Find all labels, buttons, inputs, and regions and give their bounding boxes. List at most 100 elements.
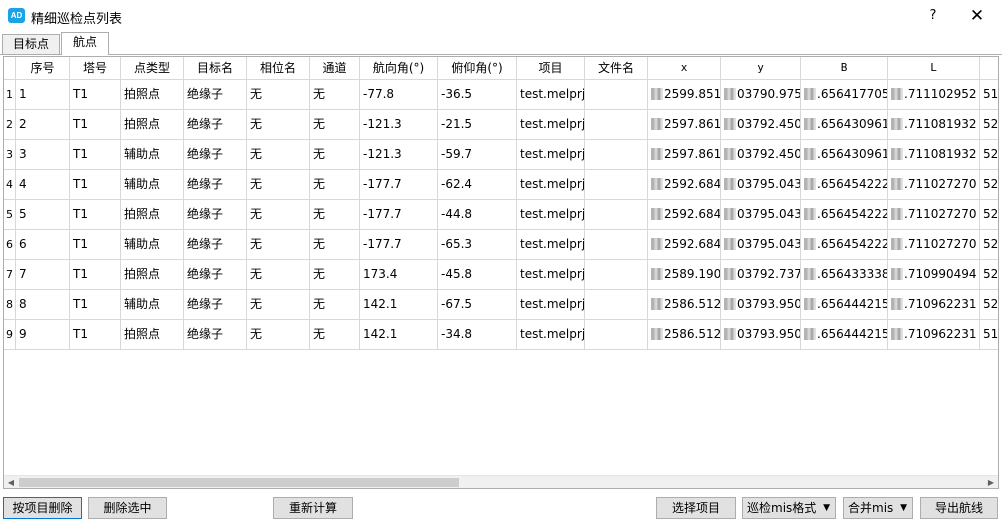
table-cell[interactable]: T1 xyxy=(70,290,121,320)
table-cell[interactable]: 无 xyxy=(310,170,360,200)
column-header[interactable]: 序号 xyxy=(16,57,70,80)
table-cell[interactable]: .656430961 xyxy=(801,140,888,170)
scroll-thumb[interactable] xyxy=(19,478,459,487)
table-cell[interactable]: -177.7 xyxy=(360,200,438,230)
delete-selected-button[interactable]: 删除选中 xyxy=(88,497,167,519)
table-cell[interactable]: -36.5 xyxy=(438,80,517,110)
table-cell[interactable]: 8 xyxy=(16,290,70,320)
row-header[interactable]: 5 xyxy=(4,200,16,230)
table-cell[interactable]: 173.4 xyxy=(360,260,438,290)
table-cell[interactable] xyxy=(585,320,648,350)
table-cell[interactable]: test.melprj xyxy=(517,290,585,320)
help-button[interactable]: ? xyxy=(925,6,941,26)
table-cell[interactable]: 1 xyxy=(16,80,70,110)
column-header[interactable]: 相位名 xyxy=(247,57,310,80)
table-cell[interactable] xyxy=(585,260,648,290)
tab-waypoints[interactable]: 航点 xyxy=(61,32,109,55)
table-cell[interactable]: 绝缘子 xyxy=(184,110,247,140)
table-cell[interactable]: 51 xyxy=(980,80,998,110)
table-cell[interactable]: 03792.737 xyxy=(721,260,801,290)
table-cell[interactable]: 2586.512 xyxy=(648,290,721,320)
table-cell[interactable]: .656433338 xyxy=(801,260,888,290)
table-cell[interactable]: 无 xyxy=(310,260,360,290)
table-cell[interactable]: 52 xyxy=(980,110,998,140)
column-header[interactable]: 航向角(°) xyxy=(360,57,438,80)
table-cell[interactable]: 03792.450 xyxy=(721,110,801,140)
table-cell[interactable]: 无 xyxy=(310,80,360,110)
table-cell[interactable]: 03795.043 xyxy=(721,200,801,230)
table-cell[interactable]: .710962231 xyxy=(888,320,980,350)
table-cell[interactable]: 拍照点 xyxy=(121,80,184,110)
table-cell[interactable]: test.melprj xyxy=(517,200,585,230)
table-cell[interactable]: 拍照点 xyxy=(121,320,184,350)
table-cell[interactable]: -59.7 xyxy=(438,140,517,170)
table-cell[interactable]: test.melprj xyxy=(517,320,585,350)
table-cell[interactable]: 辅助点 xyxy=(121,230,184,260)
table-cell[interactable]: 03792.450 xyxy=(721,140,801,170)
table-cell[interactable]: 2599.851 xyxy=(648,80,721,110)
table-cell[interactable]: 绝缘子 xyxy=(184,140,247,170)
table-cell[interactable]: 无 xyxy=(310,230,360,260)
column-header[interactable]: x xyxy=(648,57,721,80)
table-cell[interactable]: test.melprj xyxy=(517,140,585,170)
table-cell[interactable]: -34.8 xyxy=(438,320,517,350)
table-cell[interactable]: .656454222 xyxy=(801,170,888,200)
table-cell[interactable]: 拍照点 xyxy=(121,200,184,230)
delete-by-project-button[interactable]: 按项目删除 xyxy=(3,497,82,519)
select-project-button[interactable]: 选择项目 xyxy=(656,497,736,519)
export-route-button[interactable]: 导出航线 xyxy=(920,497,998,519)
table-cell[interactable] xyxy=(585,290,648,320)
table-cell[interactable]: 绝缘子 xyxy=(184,230,247,260)
table-cell[interactable]: T1 xyxy=(70,80,121,110)
table-cell[interactable]: 52 xyxy=(980,230,998,260)
column-header[interactable]: 塔号 xyxy=(70,57,121,80)
table-cell[interactable]: 7 xyxy=(16,260,70,290)
mis-format-select[interactable]: 巡检mis格式 ▼ xyxy=(742,497,836,519)
table-cell[interactable]: -177.7 xyxy=(360,230,438,260)
table-cell[interactable]: 2592.684 xyxy=(648,170,721,200)
table-cell[interactable]: 无 xyxy=(310,290,360,320)
table-cell[interactable]: .711102952 xyxy=(888,80,980,110)
table-cell[interactable]: 52 xyxy=(980,140,998,170)
table-cell[interactable]: 2597.861 xyxy=(648,110,721,140)
table-cell[interactable]: 无 xyxy=(310,140,360,170)
tab-target-points[interactable]: 目标点 xyxy=(2,34,60,55)
row-header[interactable]: 6 xyxy=(4,230,16,260)
table-cell[interactable]: 2597.861 xyxy=(648,140,721,170)
table-cell[interactable]: 无 xyxy=(247,140,310,170)
table-cell[interactable]: 绝缘子 xyxy=(184,80,247,110)
table-cell[interactable]: T1 xyxy=(70,140,121,170)
table-cell[interactable]: -177.7 xyxy=(360,170,438,200)
table-cell[interactable]: 辅助点 xyxy=(121,140,184,170)
table-cell[interactable]: test.melprj xyxy=(517,80,585,110)
column-header[interactable]: y xyxy=(721,57,801,80)
table-cell[interactable]: 无 xyxy=(310,200,360,230)
table-cell[interactable]: T1 xyxy=(70,200,121,230)
table-cell[interactable] xyxy=(585,170,648,200)
table-cell[interactable]: T1 xyxy=(70,320,121,350)
table-cell[interactable]: 4 xyxy=(16,170,70,200)
table-cell[interactable]: 2 xyxy=(16,110,70,140)
table-cell[interactable]: 绝缘子 xyxy=(184,320,247,350)
close-icon[interactable]: ✕ xyxy=(966,5,988,27)
table-cell[interactable]: test.melprj xyxy=(517,170,585,200)
table-cell[interactable]: 142.1 xyxy=(360,320,438,350)
table-cell[interactable]: -121.3 xyxy=(360,140,438,170)
table-cell[interactable]: 03793.950 xyxy=(721,320,801,350)
table-cell[interactable]: 03793.950 xyxy=(721,290,801,320)
table-cell[interactable]: -21.5 xyxy=(438,110,517,140)
table-cell[interactable]: -62.4 xyxy=(438,170,517,200)
table-cell[interactable]: 无 xyxy=(247,80,310,110)
table-cell[interactable]: 无 xyxy=(247,230,310,260)
column-header[interactable]: 文件名 xyxy=(585,57,648,80)
table-cell[interactable]: T1 xyxy=(70,110,121,140)
table-cell[interactable]: -121.3 xyxy=(360,110,438,140)
table-cell[interactable]: 无 xyxy=(310,320,360,350)
table-cell[interactable]: test.melprj xyxy=(517,260,585,290)
table-cell[interactable]: 2586.512 xyxy=(648,320,721,350)
table-cell[interactable]: 03795.043 xyxy=(721,170,801,200)
column-header[interactable]: 俯仰角(°) xyxy=(438,57,517,80)
table-cell[interactable]: test.melprj xyxy=(517,110,585,140)
table-corner[interactable] xyxy=(4,57,16,80)
table-cell[interactable]: .656417705 xyxy=(801,80,888,110)
